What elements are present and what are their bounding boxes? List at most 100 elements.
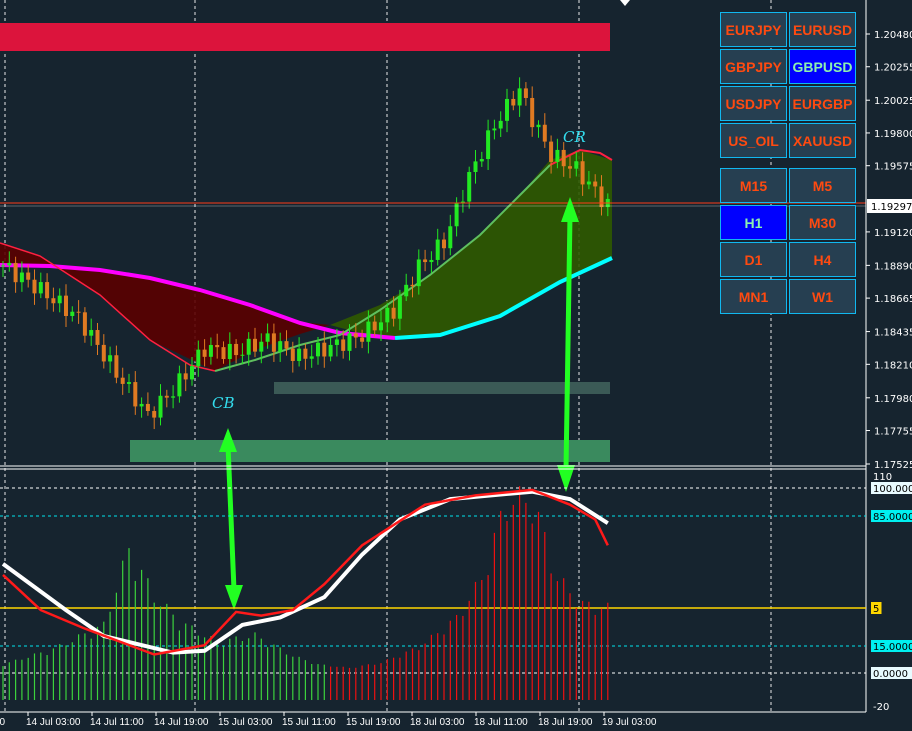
candle (32, 269, 37, 305)
candle (152, 406, 157, 430)
time-tick-label: 18 Jul 03:00 (410, 717, 465, 728)
current-price-tag: 1.19297 (867, 199, 912, 213)
candle (133, 371, 138, 415)
buy-signal-label: CB (212, 394, 235, 412)
candle (101, 334, 106, 369)
candle (26, 264, 31, 288)
price-tick-label: 1.18890 (874, 261, 912, 272)
candle (467, 166, 472, 209)
indicator-tick-label: -20 (873, 702, 889, 713)
candle (89, 318, 94, 346)
symbol-button-gbpjpy[interactable]: GBPJPY (720, 49, 787, 84)
time-tick-label: 15 Jul 11:00 (282, 717, 336, 728)
price-tick-label: 1.19800 (874, 129, 912, 140)
indicator-tick-label: 110 (873, 472, 892, 483)
candle (530, 86, 535, 137)
candle (511, 90, 516, 111)
support-zone (130, 440, 610, 462)
time-tick-label: 18 Jul 19:00 (538, 717, 593, 728)
candle (542, 113, 547, 148)
candle (45, 273, 50, 310)
indicator-tick-label: 0.0000 (873, 669, 908, 680)
price-tick-label: 1.19120 (874, 228, 912, 239)
symbol-panel: EURJPY EURUSD GBPJPY GBPUSD USDJPY EURGBP US_O… (720, 12, 856, 158)
symbol-button-eurusd[interactable]: EURUSD (789, 12, 856, 47)
candle (158, 384, 163, 426)
price-axis[interactable]: 1.20480 1.20255 1.20025 1.19800 1.19575 1.191… (866, 30, 912, 471)
symbol-button-eurjpy[interactable]: EURJPY (720, 12, 787, 47)
candle (95, 323, 100, 356)
timeframe-button-m15[interactable]: M15 (720, 168, 787, 203)
timeframe-button-mn1[interactable]: MN1 (720, 279, 787, 314)
symbol-button-eurgbp[interactable]: EURGBP (789, 86, 856, 121)
candle (423, 249, 428, 272)
price-tick-label: 1.18210 (874, 360, 912, 371)
timeframe-button-h4[interactable]: H4 (789, 242, 856, 277)
time-tick-label: 14 Jul 11:00 (90, 717, 144, 728)
candle (145, 392, 150, 416)
candle (429, 251, 434, 274)
candle (297, 337, 302, 367)
price-tick-label: 1.18435 (874, 328, 912, 339)
candle (448, 214, 453, 256)
timeframe-button-h1[interactable]: H1 (720, 205, 787, 240)
candle (120, 367, 125, 395)
indicator-tick-label: 5 (873, 604, 879, 615)
time-tick-label: 15 Jul 03:00 (218, 717, 273, 728)
time-tick-label: 19 Jul 03:00 (602, 717, 657, 728)
timeframe-button-w1[interactable]: W1 (789, 279, 856, 314)
price-tick-label: 1.17755 (874, 427, 912, 438)
candle (435, 228, 440, 266)
candle (127, 373, 131, 393)
candle (108, 346, 113, 374)
candle (70, 306, 75, 322)
timeframe-button-m30[interactable]: M30 (789, 205, 856, 240)
price-tick-label: 1.17980 (874, 394, 912, 405)
time-tick-label: 18 Jul 11:00 (474, 717, 528, 728)
candle (303, 343, 308, 370)
candle (536, 120, 541, 138)
candle (309, 344, 314, 368)
svg-text:1.19297: 1.19297 (871, 202, 912, 213)
price-tick-label: 1.20255 (874, 63, 912, 74)
indicator-axis[interactable]: 110100.0000 85.0000 5 15.0000 0.0000 -20 (871, 472, 912, 713)
timeframe-button-m5[interactable]: M5 (789, 168, 856, 203)
candle (190, 356, 194, 386)
sell-signal-label: CR (563, 128, 586, 146)
time-tick-label: 14 Jul 19:00 (154, 717, 209, 728)
candle (460, 189, 465, 213)
candle (64, 284, 68, 327)
price-tick-label: 1.18665 (874, 294, 912, 305)
candle (38, 272, 43, 299)
oscillator-lines (1, 488, 609, 656)
candle (517, 77, 522, 117)
candle (57, 288, 62, 313)
candle (76, 300, 81, 324)
candle (322, 331, 327, 368)
candle (82, 307, 87, 343)
candle (183, 362, 188, 392)
timeframe-panel: M15 M5 H1 M30 D1 H4 MN1 W1 (720, 168, 856, 314)
candle (442, 232, 446, 260)
price-tick-label: 1.19575 (874, 162, 912, 173)
symbol-button-gbpusd[interactable]: GBPUSD (789, 49, 856, 84)
candle (139, 397, 144, 418)
candle (498, 111, 503, 137)
symbol-button-xauusd[interactable]: XAUUSD (789, 123, 856, 158)
candle (114, 345, 119, 384)
symbol-button-us_oil[interactable]: US_OIL (720, 123, 787, 158)
histogram (2, 486, 609, 700)
timeframe-button-d1[interactable]: D1 (720, 242, 787, 277)
time-axis[interactable]: 00 14 Jul 03:00 14 Jul 11:00 14 Jul 19:00 15… (0, 712, 657, 728)
candle (473, 150, 478, 184)
candle (177, 365, 182, 403)
time-tick-label: 14 Jul 03:00 (26, 717, 81, 728)
indicator-tick-label: 100.0000 (873, 484, 912, 495)
time-tick-label: 00 (0, 717, 6, 728)
indicator-tick-label: 15.0000 (873, 642, 912, 653)
candle (523, 82, 528, 106)
symbol-button-usdjpy[interactable]: USDJPY (720, 86, 787, 121)
candle (492, 119, 497, 140)
minor-support-zone (274, 382, 610, 394)
price-tick-label: 1.20480 (874, 30, 912, 41)
